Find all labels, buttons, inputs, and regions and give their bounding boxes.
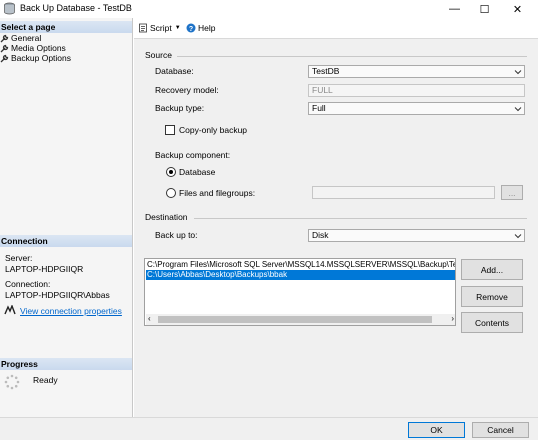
recovery-model-field: FULL [308,84,525,97]
chevron-down-icon [514,107,522,112]
help-icon: ? [186,23,196,33]
source-group-label: Source [145,50,172,60]
chevron-down-icon [514,234,522,239]
wrench-icon [0,34,9,43]
connection-header: Connection [0,235,132,247]
close-icon: ✕ [512,3,523,16]
browse-files-button[interactable]: ... [501,185,523,200]
database-radio[interactable] [166,167,176,177]
list-item-selected[interactable]: C:\Users\Abbas\Desktop\Backups\bbak [146,270,455,280]
help-button[interactable]: ? Help [186,23,215,33]
maximize-icon: ☐ [479,3,490,16]
footer-bar: OK Cancel [0,417,538,440]
back-up-to-dropdown[interactable]: Disk [308,229,525,242]
backup-type-value: Full [312,103,326,113]
files-filegroups-field [312,186,495,199]
contents-button[interactable]: Contents [461,312,523,333]
left-panel: Select a page General Media Options Back… [0,18,133,417]
scrollbar-thumb[interactable] [158,316,432,323]
back-up-to-label: Back up to: [155,230,198,240]
recovery-model-label: Recovery model: [155,85,219,95]
destination-group-label: Destination [145,212,188,222]
select-page-header: Select a page [0,21,132,33]
backup-type-dropdown[interactable]: Full [308,102,525,115]
title-bar: Back Up Database - TestDB — ☐ ✕ [0,0,538,18]
database-icon [4,2,15,15]
page-item-backup-options[interactable]: Backup Options [0,53,71,64]
cancel-button[interactable]: Cancel [472,422,529,438]
progress-spinner-icon [4,374,20,390]
scroll-left-icon[interactable]: ‹ [148,314,151,323]
script-icon [139,23,147,33]
maximize-button[interactable]: ☐ [469,0,500,18]
source-divider [177,56,527,57]
destination-list[interactable]: C:\Program Files\Microsoft SQL Server\MS… [144,258,456,326]
back-up-to-value: Disk [312,230,329,240]
wrench-icon [0,54,9,63]
copy-only-checkbox[interactable] [165,125,175,135]
toolbar: Script ▼ ? Help [134,18,538,39]
list-item[interactable]: C:\Program Files\Microsoft SQL Server\MS… [146,260,455,270]
backup-type-label: Backup type: [155,103,205,113]
page-label: Backup Options [11,53,72,63]
connection-label: Connection: [5,279,51,289]
scroll-right-icon[interactable]: › [451,314,454,323]
script-button[interactable]: Script ▼ [138,23,181,33]
view-connection-properties-link[interactable]: View connection properties [20,306,122,316]
files-filegroups-radio[interactable] [166,188,176,198]
progress-header: Progress [0,358,132,370]
database-dropdown[interactable]: TestDB [308,65,525,78]
chevron-down-icon [514,70,522,75]
wrench-icon [0,44,9,53]
add-button[interactable]: Add... [461,259,523,280]
svg-text:?: ? [189,26,193,33]
server-label: Server: [5,253,33,263]
close-button[interactable]: ✕ [502,0,533,18]
ok-button[interactable]: OK [408,422,465,438]
connection-value: LAPTOP-HDPGIIQR\Abbas [5,290,110,300]
copy-only-label: Copy-only backup [179,125,248,135]
progress-status: Ready [33,375,58,385]
horizontal-scrollbar[interactable]: ‹ › [146,314,455,325]
backup-component-label: Backup component: [155,150,231,160]
database-radio-label: Database [179,167,216,177]
destination-divider [194,218,527,219]
minimize-button[interactable]: — [439,0,470,18]
files-filegroups-label: Files and filegroups: [179,188,256,198]
database-value: TestDB [312,66,340,76]
remove-button[interactable]: Remove [461,286,523,307]
script-label: Script [150,23,172,33]
help-label: Help [198,23,216,33]
chevron-down-icon: ▼ [174,25,181,31]
window-title: Back Up Database - TestDB [20,3,132,13]
connection-properties-icon [4,305,16,315]
minimize-icon: — [449,3,460,15]
server-value: LAPTOP-HDPGIIQR [5,264,84,274]
right-panel: Script ▼ ? Help Source Database: TestDB … [134,18,538,417]
database-label: Database: [155,66,194,76]
